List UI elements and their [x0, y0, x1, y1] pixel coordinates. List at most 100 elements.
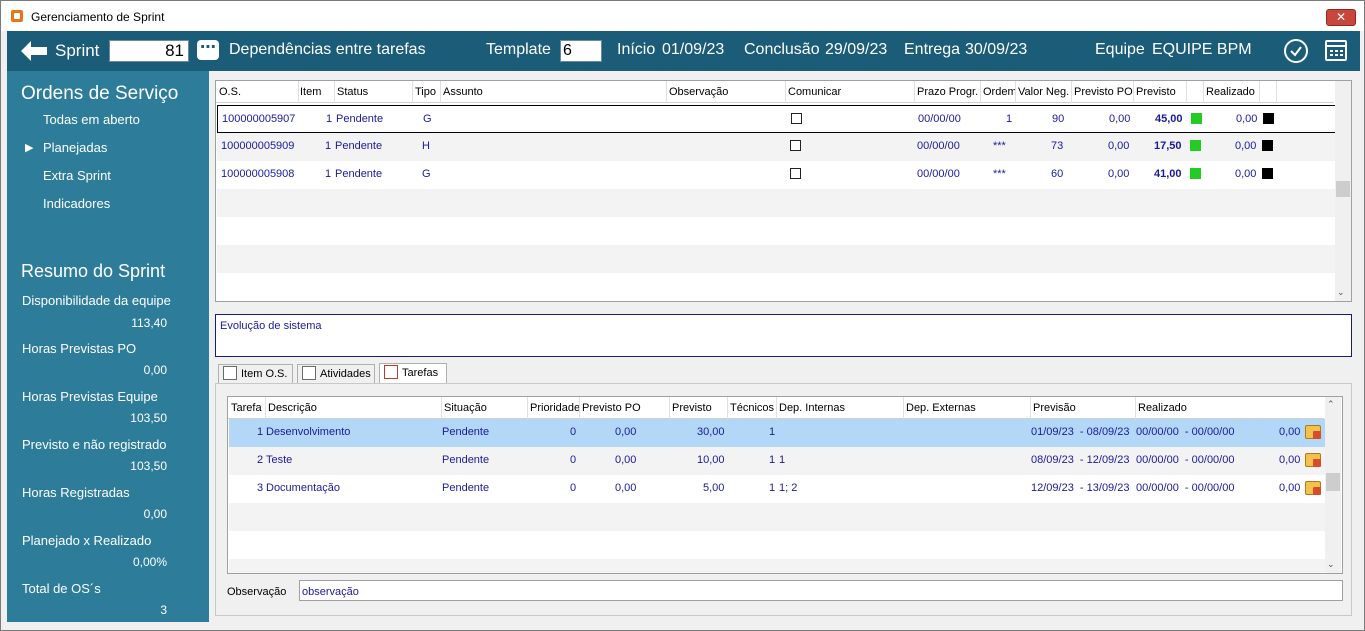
- os-number[interactable]: 100000005907: [222, 113, 295, 125]
- realizado-cell: 00/00/00 - 00/00/00: [1136, 426, 1235, 438]
- valor-cell: 73: [1051, 140, 1064, 152]
- column-header[interactable]: Ordem: [983, 86, 1017, 98]
- column-header[interactable]: Previsto: [672, 402, 712, 414]
- realizado-cell: 0,00: [1236, 113, 1258, 125]
- edit-task-icon[interactable]: [1305, 425, 1321, 439]
- observacao-input[interactable]: observação: [299, 580, 1343, 601]
- column-header[interactable]: Status: [337, 86, 368, 98]
- stat-label: Previsto e não registrado: [22, 437, 167, 452]
- task-row[interactable]: 1 Desenvolvimento Pendente 0 0,00 30,00 …: [229, 419, 1325, 447]
- horas-cell: 0,00: [1279, 426, 1301, 438]
- column-header[interactable]: Prioridade: [530, 402, 580, 414]
- previsto-status-square: [1190, 168, 1201, 179]
- sidebar-item-indicadores[interactable]: Indicadores: [43, 196, 110, 211]
- column-header[interactable]: Tarefa: [231, 402, 262, 414]
- task-row[interactable]: 3 Documentação Pendente 0 0,00 5,00 1 1;…: [229, 475, 1325, 503]
- tecnicos-cell: 1: [769, 454, 776, 466]
- template-label: Template: [486, 41, 551, 58]
- table-row[interactable]: 100000005907 1 Pendente G 00/00/00 1 90 …: [217, 105, 1337, 133]
- app-icon: [11, 10, 23, 22]
- description-box[interactable]: Evolução de sistema: [215, 314, 1352, 357]
- previsao-cell: 12/09/23 - 13/09/23: [1031, 482, 1130, 494]
- column-header[interactable]: Previsto PO: [1074, 86, 1133, 98]
- column-header[interactable]: Realizado: [1206, 86, 1255, 98]
- title-bar: Gerenciamento de Sprint ✕: [1, 1, 1364, 31]
- scroll-down-icon[interactable]: ⌄: [1337, 287, 1345, 298]
- column-header[interactable]: Dep. Internas: [779, 402, 845, 414]
- column-header[interactable]: Comunicar: [788, 86, 841, 98]
- os-grid-header: O.S. Item Status Tipo Assunto Observação…: [216, 81, 1334, 103]
- column-header[interactable]: Prazo Progr.: [917, 86, 978, 98]
- comunicar-checkbox[interactable]: [790, 168, 801, 179]
- stat-value: 0,00: [143, 507, 167, 521]
- tab-item-os[interactable]: Item O.S.: [218, 364, 293, 384]
- template-input[interactable]: 6: [560, 40, 602, 62]
- tipo-cell: G: [422, 168, 431, 180]
- empty-row: [229, 503, 1325, 531]
- previsto-cell: 30,00: [697, 426, 725, 438]
- tab-atividades[interactable]: Atividades: [297, 364, 375, 384]
- conclusao-label: Conclusão: [744, 41, 820, 58]
- comunicar-checkbox[interactable]: [791, 113, 802, 124]
- column-header[interactable]: Dep. Externas: [906, 402, 976, 414]
- inicio-value: 01/09/23: [662, 41, 725, 58]
- previsto-cell: 17,50: [1154, 140, 1182, 152]
- column-header[interactable]: O.S.: [219, 86, 241, 98]
- chat-icon[interactable]: [197, 37, 219, 60]
- os-number[interactable]: 100000005909: [221, 140, 294, 152]
- stat-value: 3: [160, 603, 167, 617]
- column-header[interactable]: Tipo: [415, 86, 436, 98]
- back-arrow-icon[interactable]: [19, 39, 49, 63]
- edit-task-icon[interactable]: [1305, 453, 1321, 467]
- scroll-up-icon[interactable]: ⌃: [1327, 399, 1335, 410]
- column-header[interactable]: Previsão: [1033, 402, 1076, 414]
- stat-label: Planejado x Realizado: [22, 533, 152, 548]
- column-header[interactable]: Item: [300, 86, 321, 98]
- edit-task-icon[interactable]: [1305, 481, 1321, 495]
- table-row[interactable]: 100000005909 1 Pendente H 00/00/00 *** 7…: [217, 133, 1335, 161]
- column-header[interactable]: Situação: [444, 402, 487, 414]
- os-grid-scrollbar[interactable]: ⌄: [1335, 81, 1351, 301]
- os-grid: O.S. Item Status Tipo Assunto Observação…: [215, 80, 1352, 302]
- task-row[interactable]: 2 Teste Pendente 0 0,00 10,00 1 1 08/09/…: [229, 447, 1325, 475]
- previsto-po-cell: 0,00: [615, 482, 637, 494]
- previsto-cell: 10,00: [697, 454, 725, 466]
- os-number[interactable]: 100000005908: [221, 168, 294, 180]
- sidebar-item-planejadas[interactable]: Planejadas: [43, 140, 107, 155]
- column-header[interactable]: Técnicos: [730, 402, 774, 414]
- sidebar-item-extra-sprint[interactable]: Extra Sprint: [43, 168, 111, 183]
- tipo-cell: G: [423, 113, 432, 125]
- realizado-status-square: [1262, 168, 1273, 179]
- empty-row: [217, 189, 1335, 217]
- calendar-icon[interactable]: [1325, 40, 1347, 61]
- column-header[interactable]: Valor Neg.: [1018, 86, 1069, 98]
- column-header[interactable]: Previsto PO: [582, 402, 641, 414]
- close-button[interactable]: ✕: [1326, 9, 1356, 26]
- window-title: Gerenciamento de Sprint: [31, 10, 165, 24]
- comunicar-checkbox[interactable]: [790, 140, 801, 151]
- table-row[interactable]: 100000005908 1 Pendente G 00/00/00 *** 6…: [217, 161, 1335, 189]
- scroll-thumb[interactable]: [1336, 181, 1350, 197]
- status-cell: Pendente: [335, 140, 383, 152]
- scroll-thumb[interactable]: [1326, 473, 1340, 491]
- observacao-label: Observação: [227, 586, 287, 598]
- tab-tarefas[interactable]: Tarefas: [379, 363, 447, 384]
- window: Gerenciamento de Sprint ✕ Sprint 81 Depe…: [0, 0, 1365, 631]
- sprint-number-input[interactable]: 81: [109, 40, 189, 62]
- tab-content: Tarefa Descrição Situação Prioridade Pre…: [215, 383, 1352, 616]
- column-header[interactable]: Assunto: [443, 86, 483, 98]
- column-header[interactable]: Observação: [669, 86, 728, 98]
- confirm-check-icon[interactable]: [1284, 39, 1308, 63]
- column-header[interactable]: Realizado: [1138, 402, 1187, 414]
- description-text: Evolução de sistema: [220, 320, 322, 332]
- previsto-po-cell: 0,00: [1108, 140, 1130, 152]
- tasks-grid-scrollbar[interactable]: ⌃ ⌄: [1325, 397, 1341, 573]
- scroll-down-icon[interactable]: ⌄: [1327, 559, 1335, 570]
- column-header[interactable]: Previsto: [1136, 86, 1176, 98]
- column-header[interactable]: Descrição: [268, 402, 317, 414]
- dependencies-link[interactable]: Dependências entre tarefas: [229, 41, 426, 59]
- situacao-cell: Pendente: [442, 482, 490, 494]
- sidebar-item-todas-em-aberto[interactable]: Todas em aberto: [43, 112, 140, 127]
- stat-value: 103,50: [130, 411, 167, 425]
- previsto-po-cell: 0,00: [615, 426, 637, 438]
